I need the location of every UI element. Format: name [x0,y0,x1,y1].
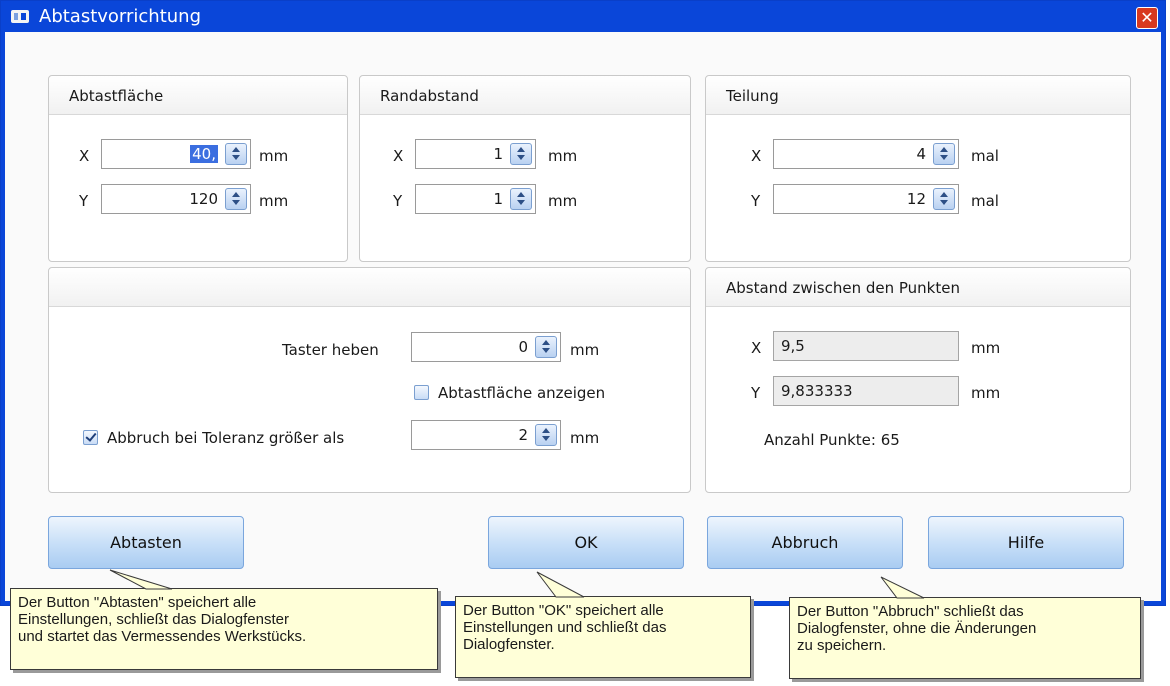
abtasten-callout-pointer [109,569,173,590]
ok-callout-pointer [536,571,585,598]
callout-pointers [109,569,925,599]
abbruch-callout-pointer [880,576,925,599]
